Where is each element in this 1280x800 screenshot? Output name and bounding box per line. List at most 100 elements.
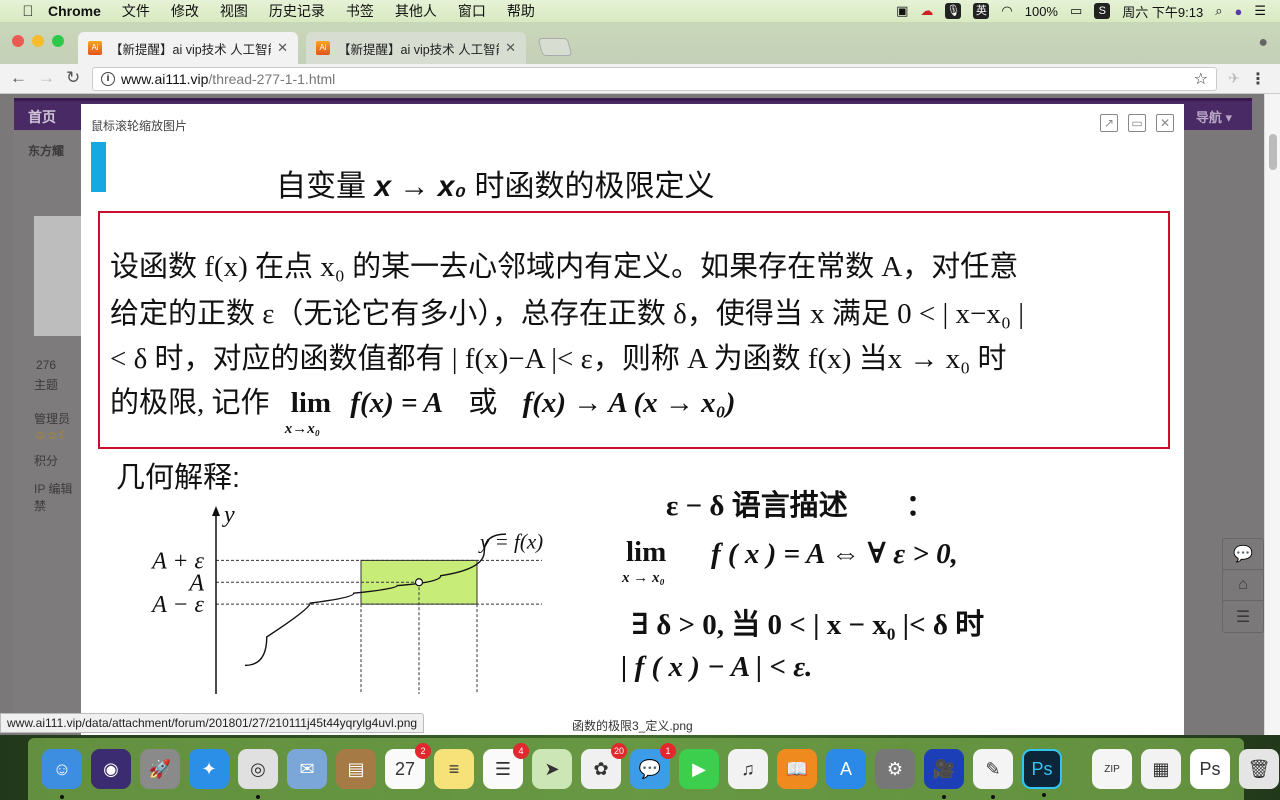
menu-people[interactable]: 其他人 [395, 1, 437, 21]
menu-window[interactable]: 窗口 [458, 1, 486, 21]
apple-menu-icon[interactable]:  [20, 3, 36, 20]
close-icon[interactable]: ✕ [1156, 114, 1174, 132]
dock-photoshop-document[interactable]: Ps [1190, 749, 1230, 789]
dock-textedit[interactable]: ✎ [973, 749, 1013, 799]
screen-record-icon[interactable]: ▣ [896, 3, 908, 19]
author-sidebar: 东方耀 276 主题 管理员 ☺☺☾ 积分 IP 编辑 禁 [14, 130, 94, 735]
zoom-hint: 鼠标滚轮缩放图片 [91, 119, 188, 133]
contacts-icon: ▤ [347, 758, 365, 779]
dock-messages[interactable]: 💬 1 [630, 743, 676, 789]
dock-photos[interactable]: ✿ 20 [581, 743, 627, 789]
list-icon[interactable]: ☰ [1223, 601, 1263, 632]
site-info-icon[interactable]: i [101, 72, 115, 86]
definition-line: < δ 时，对应的函数值都有 | f(x)−A |< ε，则称 A 为函数 f(… [110, 343, 1007, 375]
eps-delta-line: f ( x ) = A ⇔ ∀ ε > 0, [711, 536, 958, 571]
running-indicator [60, 795, 64, 799]
creative-cloud-icon[interactable]: ☁ [920, 3, 933, 19]
running-indicator [991, 795, 995, 799]
dock-mail[interactable]: ✉ [287, 749, 327, 789]
chrome-menu-icon[interactable]: ⋮ [1250, 69, 1266, 89]
dock-siri[interactable]: ◉ [91, 749, 131, 789]
address-bar[interactable]: i www.ai111.vip /thread-277-1-1.html ☆ [92, 67, 1217, 91]
lim-subscript: x → x₀ [622, 570, 665, 586]
dock-launchpad[interactable]: 🚀 [140, 749, 180, 789]
dock-notes[interactable]: ≡ [434, 749, 474, 789]
slide-title: 自变量 x → x₀ 时函数的极限定义 [276, 161, 715, 205]
open-in-new-icon[interactable]: ↗ [1100, 114, 1118, 132]
dock-reminders[interactable]: ☰ 4 [483, 743, 529, 789]
tab-active[interactable]: Ai 【新提醒】ai vip技术 人工智能 ✕ [78, 32, 298, 64]
new-tab-button[interactable] [537, 38, 573, 56]
close-window-button[interactable] [12, 35, 24, 47]
sogou-icon[interactable]: S [1094, 3, 1111, 19]
microphone-icon[interactable]: 🎙 [945, 3, 962, 19]
profile-icon[interactable]: ● [1258, 34, 1268, 52]
dock-screen-recorder[interactable]: 🎥 [924, 749, 964, 799]
lim-text: lim [290, 387, 332, 419]
back-to-top-icon[interactable]: ⌂ [1223, 570, 1263, 601]
dock-contacts[interactable]: ▤ [336, 749, 376, 789]
clock[interactable]: 周六 下午9:13 [1122, 2, 1203, 21]
close-tab-icon[interactable]: ✕ [277, 40, 288, 56]
eps-delta-line: ∃ δ > 0, 当 0 < | x − x₀ |< δ 时 [631, 601, 984, 643]
back-icon[interactable]: ← [10, 68, 27, 88]
fit-icon[interactable]: ▭ [1128, 114, 1146, 132]
nav-home[interactable]: 首页 [28, 107, 56, 127]
floating-toolbar: 💬 ⌂ ☰ [1222, 538, 1264, 633]
dock-zip-archive[interactable]: ZIP [1092, 749, 1132, 789]
eps-delta-line: | f ( x ) − A | < ε. [621, 651, 812, 684]
reload-icon[interactable]: ↻ [66, 68, 80, 88]
ip-edit-link[interactable]: IP 编辑 禁 [34, 480, 84, 514]
battery-icon[interactable]: ▭ [1070, 3, 1082, 19]
dock-chrome[interactable]: ◎ [238, 749, 278, 799]
messages-icon: 💬 [638, 758, 662, 779]
menu-help[interactable]: 帮助 [507, 1, 535, 21]
dock-finder-window[interactable]: ▦ [1141, 749, 1181, 789]
dock-calendar[interactable]: 27 2 [385, 743, 431, 789]
spotlight-search-icon[interactable]: ⌕ [1215, 3, 1222, 19]
menu-file[interactable]: 文件 [122, 1, 150, 21]
extension-icon[interactable]: ✈ [1228, 70, 1240, 87]
dock-trash[interactable]: 🗑 [1239, 749, 1279, 789]
comment-icon[interactable]: 💬 [1223, 539, 1263, 570]
eps-delta-text: ∃ δ > 0, 当 0 < | x − x₀ |< δ 时 [631, 609, 985, 641]
dock-photoshop[interactable]: Ps [1022, 749, 1062, 797]
dock-itunes[interactable]: ♫ [728, 749, 768, 789]
maximize-window-button[interactable] [52, 35, 64, 47]
notification-center-icon[interactable]: ☰ [1254, 3, 1266, 19]
nav-guide[interactable]: 导航 ▾ [1196, 107, 1232, 126]
page-scrollbar[interactable] [1264, 94, 1280, 735]
menu-edit[interactable]: 修改 [171, 1, 199, 21]
tab-bar: Ai 【新提醒】ai vip技术 人工智能 ✕ Ai 【新提醒】ai vip技术… [0, 22, 1280, 64]
favicon: Ai [316, 41, 330, 55]
menu-history[interactable]: 历史记录 [269, 1, 325, 21]
author-name[interactable]: 东方耀 [28, 142, 64, 159]
minimize-window-button[interactable] [32, 35, 44, 47]
lim-operator: lim x→x₀ [285, 387, 332, 437]
menu-bookmarks[interactable]: 书签 [346, 1, 374, 21]
scrollbar-thumb[interactable] [1269, 134, 1277, 170]
input-method-icon[interactable]: 英 [973, 3, 990, 19]
tab-title: 【新提醒】ai vip技术 人工智能 [110, 42, 272, 57]
alt-notation: f(x) → A (x → x₀) [522, 387, 736, 419]
dock-system-preferences[interactable]: ⚙ [875, 749, 915, 789]
dock-ibooks[interactable]: 📖 [777, 749, 817, 789]
dock-safari[interactable]: ✦ [189, 749, 229, 789]
slide-image[interactable]: 自变量 x → x₀ 时函数的极限定义 设函数 f(x) 在点 x₀ 的某一去心… [81, 104, 1184, 735]
close-tab-icon[interactable]: ✕ [505, 40, 516, 56]
siri-icon[interactable]: ● [1234, 4, 1242, 19]
dock-facetime[interactable]: ▶ [679, 749, 719, 789]
menu-app-name[interactable]: Chrome [48, 3, 101, 19]
geometric-chart: yxy = f(x)A + εAA − εx₀ − δx₀x₀ + δ [150, 504, 543, 694]
wifi-icon[interactable]: ◠ [1001, 3, 1012, 19]
forward-icon[interactable]: → [38, 68, 55, 88]
photoshop-icon: Ps [1031, 758, 1053, 779]
menu-view[interactable]: 视图 [220, 1, 248, 21]
dock-app-store[interactable]: A [826, 749, 866, 789]
dock-finder[interactable]: ☺ [42, 749, 82, 799]
threads-count: 276 [36, 358, 57, 372]
dock-maps[interactable]: ➤ [532, 749, 572, 789]
tab-inactive[interactable]: Ai 【新提醒】ai vip技术 人工智能 ✕ [306, 32, 526, 64]
bookmark-star-icon[interactable]: ☆ [1194, 69, 1208, 89]
eps-delta-text: f ( x ) = A ⇔ ∀ ε > 0, [711, 538, 958, 570]
